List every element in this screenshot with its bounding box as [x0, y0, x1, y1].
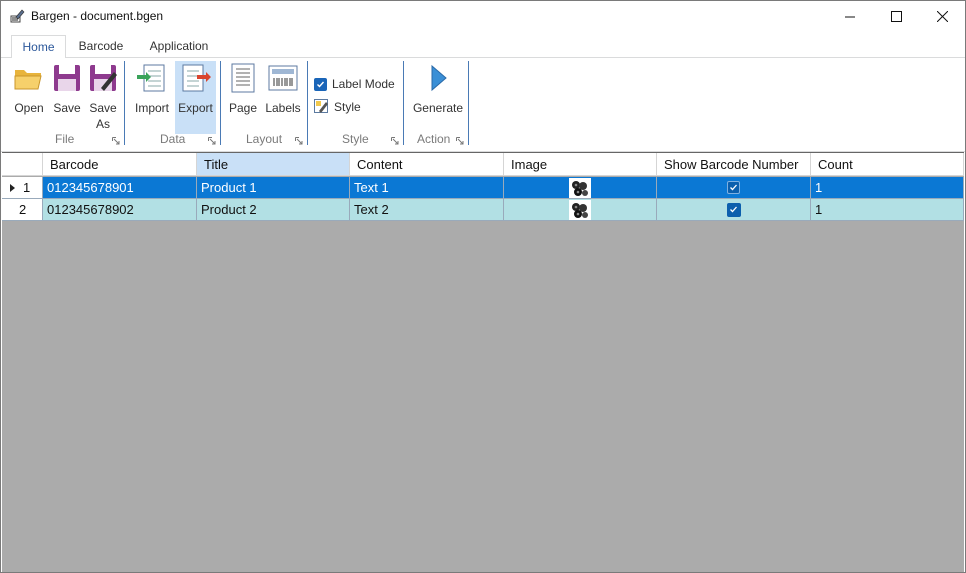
dialog-launcher-icon[interactable]	[295, 137, 303, 145]
folder-open-icon	[14, 70, 42, 90]
row-number: 1	[23, 180, 31, 195]
style-button[interactable]: Style	[314, 99, 361, 114]
column-header-count[interactable]: Count	[811, 153, 964, 176]
cell-image[interactable]	[504, 199, 657, 221]
cell-content[interactable]: Text 1	[350, 177, 504, 199]
column-header-show-barcode-number[interactable]: Show Barcode Number	[657, 153, 811, 176]
row-header[interactable]: 1	[2, 177, 43, 199]
row-number: 2	[19, 202, 27, 217]
group-label-action: Action	[417, 132, 451, 146]
cell-show-barcode-number[interactable]	[657, 177, 811, 199]
group-separator	[307, 61, 308, 145]
title-bar: Bargen - document.bgen	[1, 1, 965, 32]
checkbox-icon	[314, 77, 327, 91]
labels-button[interactable]: Labels	[263, 61, 303, 133]
open-button[interactable]: Open	[9, 61, 49, 133]
export-icon	[182, 64, 211, 92]
cell-title[interactable]: Product 1	[197, 177, 350, 199]
close-button[interactable]	[919, 1, 965, 32]
cell-count[interactable]: 1	[811, 177, 964, 199]
dialog-launcher-icon[interactable]	[391, 137, 399, 145]
minimize-icon	[845, 16, 855, 17]
close-icon	[936, 11, 948, 22]
cell-content[interactable]: Text 2	[350, 199, 504, 221]
import-icon	[137, 64, 165, 92]
app-window: Bargen - document.bgen Home Barcode Appl…	[0, 0, 966, 573]
cell-image[interactable]	[504, 177, 657, 199]
tab-application[interactable]: Application	[141, 35, 217, 57]
table-row[interactable]: 2 012345678902 Product 2 Text 2 1	[2, 199, 964, 221]
group-separator	[124, 61, 125, 145]
tab-barcode[interactable]: Barcode	[71, 35, 131, 57]
window-title: Bargen - document.bgen	[31, 9, 164, 23]
group-label-layout: Layout	[246, 132, 283, 146]
row-header[interactable]: 2	[2, 199, 43, 221]
cell-count[interactable]: 1	[811, 199, 964, 221]
checkbox-icon[interactable]	[726, 202, 741, 217]
dialog-launcher-icon[interactable]	[208, 137, 216, 145]
import-button[interactable]: Import	[131, 61, 173, 133]
column-header-title[interactable]: Title	[197, 153, 350, 176]
export-button[interactable]: Export	[175, 61, 216, 134]
column-header-barcode[interactable]: Barcode	[43, 153, 197, 176]
group-separator	[403, 61, 404, 145]
floppy-disk-icon	[54, 65, 80, 91]
save-as-button[interactable]: Save As	[85, 61, 121, 133]
cell-barcode[interactable]: 012345678902	[43, 199, 197, 221]
label-mode-checkbox[interactable]: Label Mode	[314, 77, 395, 91]
column-header-content[interactable]: Content	[350, 153, 504, 176]
cell-barcode[interactable]: 012345678901	[43, 177, 197, 199]
cell-show-barcode-number[interactable]	[657, 199, 811, 221]
group-label-file: File	[55, 132, 75, 146]
image-thumbnail-icon	[569, 199, 591, 220]
grid-corner-header[interactable]	[2, 153, 43, 176]
maximize-button[interactable]	[873, 1, 919, 32]
play-arrow-icon	[431, 64, 447, 92]
checkbox-icon[interactable]	[727, 181, 740, 194]
group-label-data: Data	[160, 132, 186, 146]
dialog-launcher-icon[interactable]	[456, 137, 464, 145]
grid-header-row: Barcode Title Content Image Show Barcode…	[2, 153, 964, 176]
generate-button[interactable]: Generate	[410, 61, 466, 133]
labels-icon	[268, 65, 298, 91]
ribbon-tab-bar: Home Barcode Application	[1, 32, 965, 59]
floppy-pen-icon	[90, 65, 117, 91]
group-separator	[468, 61, 469, 145]
pen-barcode-icon	[10, 9, 25, 23]
save-button[interactable]: Save	[49, 61, 85, 133]
data-grid[interactable]: Barcode Title Content Image Show Barcode…	[2, 152, 964, 572]
style-icon	[314, 99, 328, 113]
group-label-style: Style	[342, 132, 369, 146]
minimize-button[interactable]	[827, 1, 873, 32]
page-icon	[231, 63, 255, 93]
dialog-launcher-icon[interactable]	[112, 137, 120, 145]
group-separator	[220, 61, 221, 145]
table-row[interactable]: 1 012345678901 Product 1 Text 1 1	[2, 177, 964, 199]
ribbon: Open Save Save As File Import Export Dat…	[1, 58, 965, 152]
tab-home[interactable]: Home	[11, 35, 66, 59]
image-thumbnail-icon	[569, 177, 591, 198]
maximize-icon	[890, 11, 902, 22]
current-row-arrow-icon	[10, 183, 15, 192]
column-header-image[interactable]: Image	[504, 153, 657, 176]
cell-title[interactable]: Product 2	[197, 199, 350, 221]
page-button[interactable]: Page	[225, 61, 261, 133]
